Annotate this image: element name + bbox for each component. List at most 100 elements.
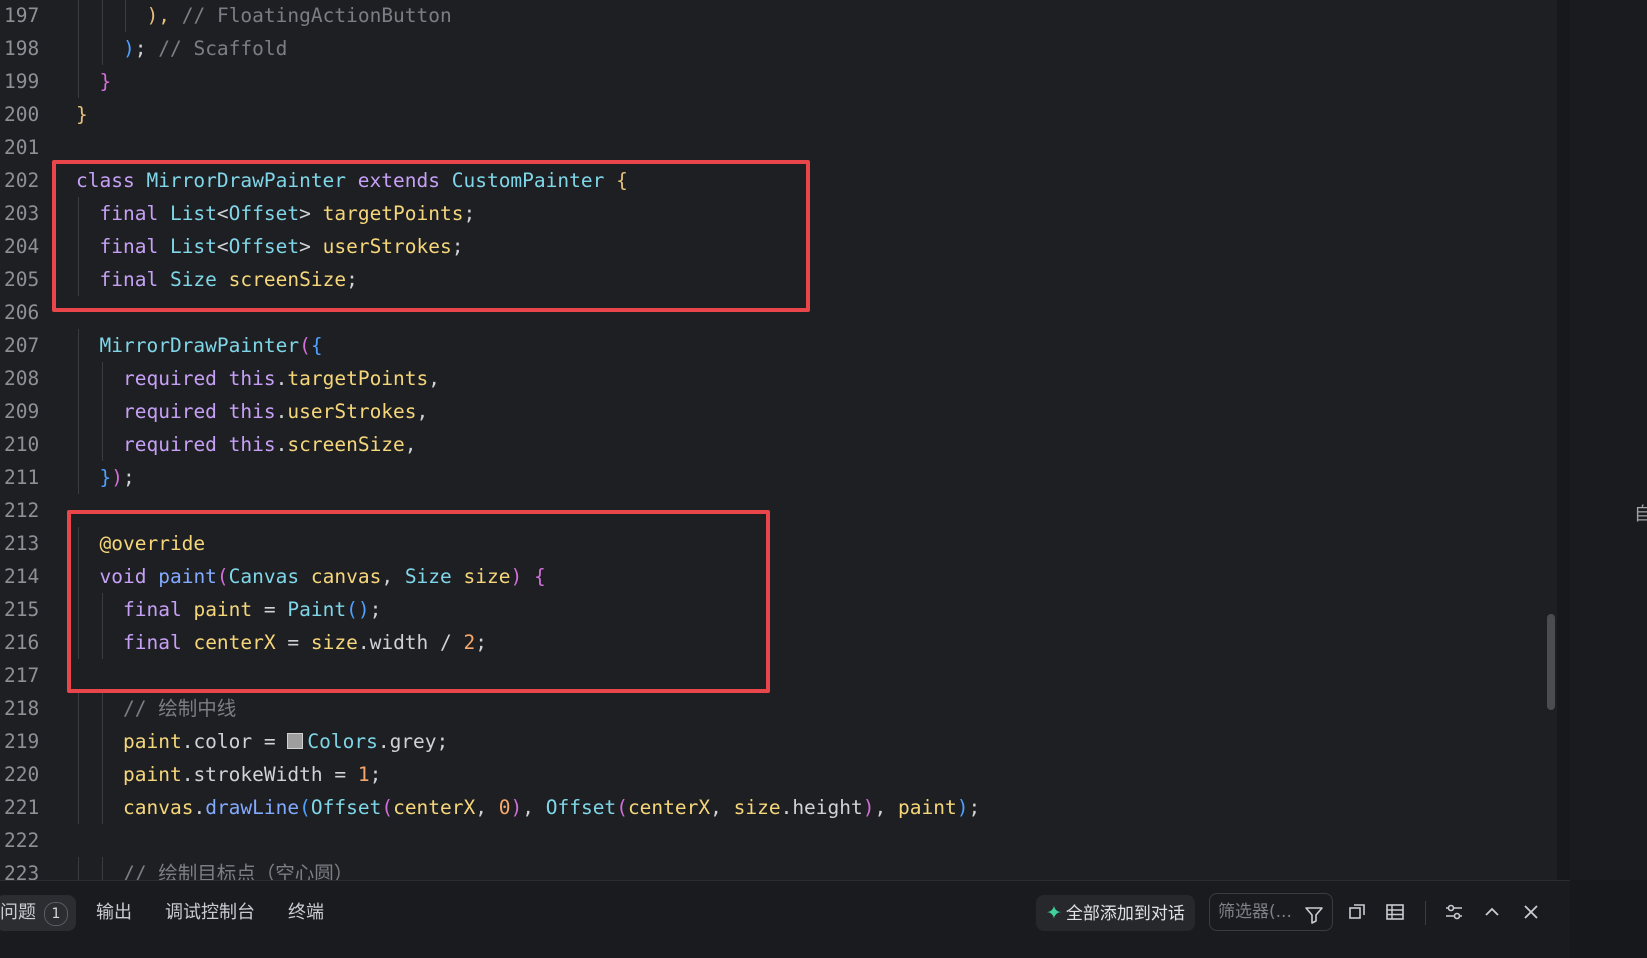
code-line[interactable]: 211}); — [0, 461, 1545, 494]
code-text: MirrorDrawPainter({ — [100, 329, 323, 362]
code-token: centerX — [627, 796, 711, 819]
line-number: 221 — [4, 796, 40, 819]
code-token: Offset — [310, 796, 382, 819]
line-number: 223 — [4, 862, 40, 880]
line-number: 219 — [4, 730, 40, 753]
code-line[interactable]: 221 canvas.drawLine(Offset(centerX, 0), O… — [0, 791, 1545, 824]
code-token: .color = — [181, 730, 288, 753]
code-token: .height — [780, 796, 863, 819]
code-text: required this.userStrokes, — [123, 395, 428, 428]
right-panel-fragment: 自 — [1634, 504, 1647, 525]
indent-guide — [101, 0, 103, 32]
line-number: 206 — [4, 301, 40, 324]
indent-guide — [78, 329, 79, 362]
line-number: 198 — [4, 37, 40, 60]
code-token: paint — [123, 763, 182, 786]
indent-guide — [78, 857, 79, 880]
filter-input[interactable]: 筛选器(... — [1209, 893, 1333, 931]
code-text: required this.targetPoints, — [123, 362, 440, 395]
indent-guide — [101, 428, 103, 461]
code-token: . — [193, 796, 206, 819]
code-line[interactable]: 200} — [0, 98, 1545, 131]
highlight-box-paint-method — [67, 510, 770, 693]
line-number: 212 — [4, 499, 40, 522]
line-number: 211 — [4, 466, 40, 489]
table-view-icon[interactable] — [1380, 897, 1410, 927]
collapse-all-icon[interactable] — [1342, 897, 1372, 927]
line-number: 220 — [4, 763, 40, 786]
indent-guide — [78, 428, 79, 461]
tab-debug-console-label: 调试控制台 — [165, 902, 255, 923]
code-line[interactable]: 208 required this.targetPoints, — [0, 362, 1545, 395]
code-token: ) — [862, 796, 875, 819]
line-number: 201 — [4, 136, 40, 159]
code-token: ; — [134, 37, 159, 60]
close-icon[interactable] — [1516, 897, 1546, 927]
line-number: 217 — [4, 664, 40, 687]
code-text: ), // FloatingActionButton — [147, 0, 452, 32]
code-token: this — [228, 400, 276, 423]
code-line[interactable]: 219 paint.color = Colors.grey; — [0, 725, 1545, 758]
code-token: . — [275, 367, 288, 390]
code-text: paint.color = Colors.grey; — [123, 725, 448, 758]
indent-guide — [78, 725, 79, 758]
code-line[interactable]: 220 paint.strokeWidth = 1; — [0, 758, 1545, 791]
code-line[interactable]: 223 // 绘制目标点（空心圆） — [0, 857, 1545, 880]
color-swatch-icon[interactable] — [287, 733, 304, 749]
code-line[interactable]: 210 required this.screenSize, — [0, 428, 1545, 461]
code-editor[interactable]: 197), // FloatingActionButton 198 ); // Sc… — [0, 0, 1545, 880]
code-line[interactable]: 199} — [0, 65, 1545, 98]
add-all-to-chat-button[interactable]: ✦ 全部添加到对话 — [1036, 895, 1195, 931]
code-text: } — [76, 98, 88, 131]
tab-terminal[interactable]: 终端 — [288, 895, 324, 931]
indent-guide — [78, 0, 79, 32]
code-token: drawLine — [205, 796, 300, 819]
indent-guide — [101, 758, 103, 791]
settings-sliders-icon[interactable] — [1439, 897, 1469, 927]
toolbar-divider — [1425, 901, 1426, 925]
code-line[interactable]: 222 — [0, 824, 1545, 857]
code-line[interactable]: 209 required this.userStrokes, — [0, 395, 1545, 428]
code-token: ; — [369, 763, 382, 786]
code-token: , — [475, 796, 499, 819]
code-line[interactable]: 207 MirrorDrawPainter({ — [0, 329, 1545, 362]
tab-problems[interactable]: 问题 1 — [0, 895, 76, 931]
problems-count-badge: 1 — [44, 902, 68, 926]
code-token: ( — [299, 334, 311, 357]
code-token: required — [123, 367, 217, 390]
code-token: canvas — [123, 796, 194, 819]
tab-debug-console[interactable]: 调试控制台 — [165, 895, 255, 931]
code-line[interactable]: 218 // 绘制中线 — [0, 692, 1545, 725]
line-number: 203 — [4, 202, 40, 225]
editor-scrollbar-thumb[interactable] — [1547, 614, 1555, 710]
code-text: paint.strokeWidth = 1; — [123, 758, 381, 791]
line-number: 218 — [4, 697, 40, 720]
line-number: 208 — [4, 367, 40, 390]
right-side-panel — [1570, 0, 1647, 880]
indent-guide — [78, 461, 79, 494]
code-token: Offset — [545, 796, 617, 819]
code-line[interactable]: 197), // FloatingActionButton — [0, 0, 1545, 32]
code-token: ; — [968, 796, 981, 819]
tab-output[interactable]: 输出 — [96, 895, 132, 931]
code-token: required — [123, 433, 217, 456]
line-number: 214 — [4, 565, 40, 588]
code-token: targetPoints — [287, 367, 429, 390]
code-token: 1 — [357, 763, 370, 786]
chevron-up-icon[interactable] — [1477, 897, 1507, 927]
code-token: size — [733, 796, 781, 819]
indent-guide — [78, 32, 79, 65]
code-text: ); // Scaffold — [123, 32, 287, 65]
code-token: } — [76, 103, 88, 126]
code-line[interactable]: 198 ); // Scaffold — [0, 32, 1545, 65]
editor-scrollbar-track[interactable] — [1543, 0, 1557, 880]
code-text: canvas.drawLine(Offset(centerX, 0), Offs… — [123, 791, 980, 824]
line-number: 210 — [4, 433, 40, 456]
code-token: userStrokes — [287, 400, 417, 423]
indent-guide — [78, 692, 79, 725]
code-token: MirrorDrawPainter — [99, 334, 300, 357]
indent-guide — [78, 758, 79, 791]
code-token: ) — [510, 796, 523, 819]
